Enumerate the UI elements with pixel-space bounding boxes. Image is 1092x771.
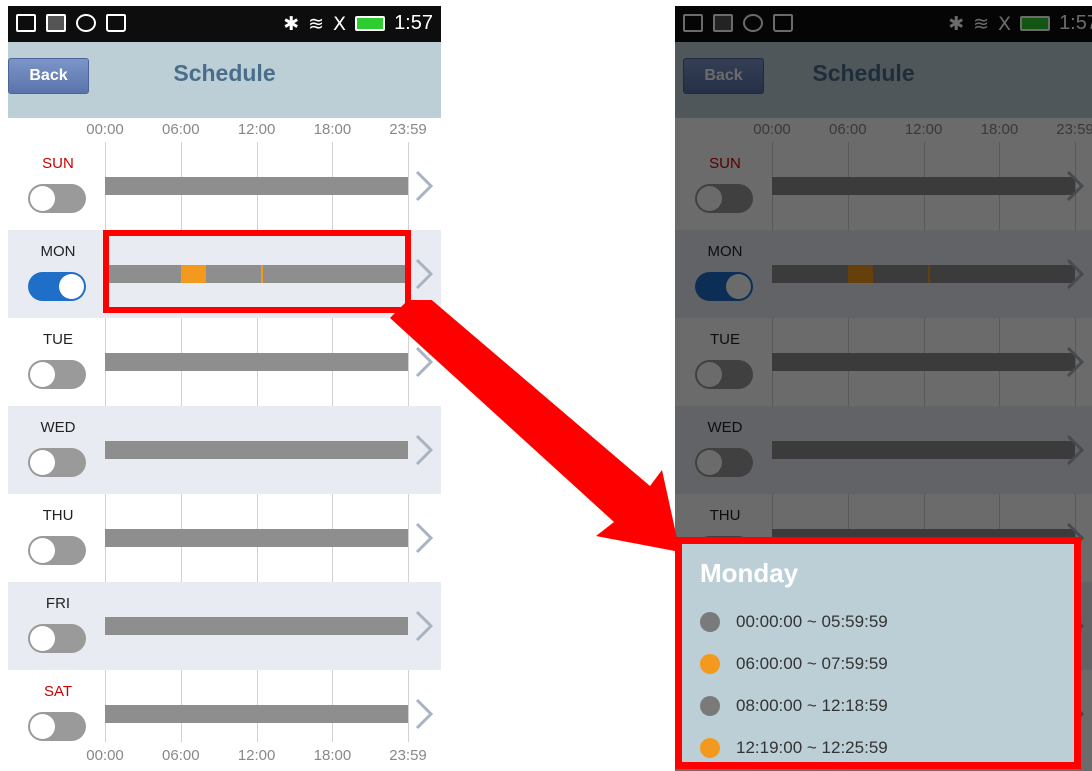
time-tick-label: 06:00 xyxy=(162,747,200,764)
slot-time-range: 12:19:00 ~ 12:25:59 xyxy=(736,738,888,757)
store-icon xyxy=(106,14,126,32)
day-toggle[interactable] xyxy=(28,536,86,565)
day-toggle[interactable] xyxy=(28,272,86,301)
slot-time-range: 06:00:00 ~ 07:59:59 xyxy=(736,654,888,673)
time-slot-item: 06:00:00 ~ 07:59:59 xyxy=(700,654,888,674)
app-bar: Back Schedule xyxy=(8,42,441,118)
time-axis-top: 00:00 06:00 12:00 18:00 23:59 xyxy=(8,118,441,142)
schedule-screen-right: ✱ ≋ X 1:57 Back Schedule 00:0006:0012:00… xyxy=(675,6,1092,771)
slot-time-range: 08:00:00 ~ 12:18:59 xyxy=(736,696,888,715)
day-label: TUE xyxy=(43,331,73,348)
day-row-thu[interactable]: THU xyxy=(8,494,441,582)
day-row-fri[interactable]: FRI xyxy=(8,582,441,670)
day-timeline-bar[interactable] xyxy=(105,177,408,195)
wifi-icon: ≋ xyxy=(308,12,325,35)
day-timeline-bar[interactable] xyxy=(105,705,408,723)
gallery-icon xyxy=(46,14,66,32)
bluetooth-icon: ✱ xyxy=(283,12,300,35)
toggle-knob xyxy=(59,274,84,299)
day-row-wed[interactable]: WED xyxy=(8,406,441,494)
toggle-knob xyxy=(30,714,55,739)
time-tick-label: 00:00 xyxy=(86,121,124,138)
day-label: MON xyxy=(40,243,76,260)
day-label: FRI xyxy=(45,595,71,612)
monday-highlight-box xyxy=(103,230,411,313)
page-title: Schedule xyxy=(173,60,276,86)
slot-status-dot-icon xyxy=(700,696,720,716)
schedule-screen-left: ✱ ≋ X 1:57 Back Schedule 00:00 06:00 12:00… xyxy=(8,6,441,771)
time-slot-item: 00:00:00 ~ 05:59:59 xyxy=(700,612,888,632)
time-axis-bottom: 00:00 06:00 12:00 18:00 23:59 xyxy=(8,744,441,768)
day-label: SUN xyxy=(42,155,74,172)
slot-status-dot-icon xyxy=(700,612,720,632)
day-toggle[interactable] xyxy=(28,624,86,653)
chevron-right-icon[interactable] xyxy=(411,166,437,206)
time-tick-label: 12:00 xyxy=(237,121,276,138)
day-label: WED xyxy=(40,419,76,436)
popup-title: Monday xyxy=(700,558,799,588)
time-slot-item: 08:00:00 ~ 12:18:59 xyxy=(700,696,888,716)
toggle-knob xyxy=(30,626,55,651)
battery-icon xyxy=(355,16,386,31)
day-detail-popup[interactable]: Monday 00:00:00 ~ 05:59:59 06:00:00 ~ 07:… xyxy=(675,537,1081,769)
status-time: 1:57 xyxy=(394,12,433,34)
day-timeline-bar[interactable] xyxy=(105,617,408,635)
day-row-sun[interactable]: SUN xyxy=(8,142,441,230)
day-label: THU xyxy=(42,507,74,524)
day-toggle[interactable] xyxy=(28,184,86,213)
day-timeline-bar[interactable] xyxy=(105,441,408,459)
notification-icon xyxy=(16,14,36,32)
slot-time-range: 00:00:00 ~ 05:59:59 xyxy=(736,612,888,631)
time-tick-label: 23:59 xyxy=(389,121,427,138)
day-label: SAT xyxy=(43,683,73,700)
time-slot-item: 12:19:00 ~ 12:25:59 xyxy=(700,738,888,758)
time-tick-label: 18:00 xyxy=(313,121,352,138)
sync-icon xyxy=(76,14,96,32)
slot-status-dot-icon xyxy=(700,738,720,758)
chevron-right-icon[interactable] xyxy=(411,694,437,734)
time-tick-label: 12:00 xyxy=(237,747,276,764)
time-tick-label: 00:00 xyxy=(86,747,124,764)
toggle-knob xyxy=(30,538,55,563)
toggle-knob xyxy=(30,186,55,211)
toggle-knob xyxy=(30,362,55,387)
screenshot-stage: ✱ ≋ X 1:57 Back Schedule 00:00 06:00 12:00… xyxy=(0,0,1092,771)
status-bar: ✱ ≋ X 1:57 xyxy=(8,6,441,42)
slot-status-dot-icon xyxy=(700,654,720,674)
day-toggle[interactable] xyxy=(28,448,86,477)
day-toggle[interactable] xyxy=(28,360,86,389)
day-toggle[interactable] xyxy=(28,712,86,741)
time-tick-label: 18:00 xyxy=(313,747,352,764)
day-timeline-bar[interactable] xyxy=(105,353,408,371)
red-arrow-icon xyxy=(390,300,680,552)
time-tick-label: 06:00 xyxy=(162,121,200,138)
chevron-right-icon[interactable] xyxy=(411,606,437,646)
signal-icon: X xyxy=(333,12,347,35)
day-timeline-bar[interactable] xyxy=(105,529,408,547)
day-row-tue[interactable]: TUE xyxy=(8,318,441,406)
toggle-knob xyxy=(30,450,55,475)
chevron-right-icon[interactable] xyxy=(411,254,437,294)
time-tick-label: 23:59 xyxy=(389,747,427,764)
